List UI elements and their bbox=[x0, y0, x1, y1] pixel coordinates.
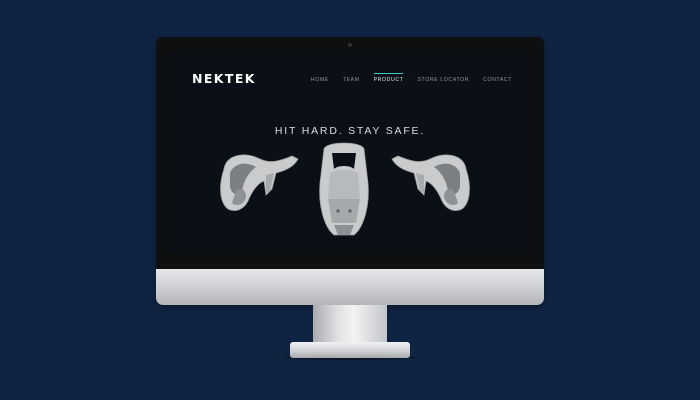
monitor-stand-base bbox=[290, 342, 410, 358]
main-nav: HOME TEAM PRODUCT STORE LOCATOR CONTACT bbox=[311, 73, 512, 83]
nav-item-home[interactable]: HOME bbox=[311, 77, 329, 83]
site-logo[interactable]: NEKTEK bbox=[192, 71, 256, 86]
monitor-stand-neck bbox=[313, 305, 387, 345]
neck-brace-left-view-icon bbox=[220, 154, 299, 211]
page-background: NEKTEK HOME TEAM PRODUCT STORE LOCATOR C… bbox=[0, 0, 700, 400]
monitor-chin bbox=[156, 269, 544, 305]
imac-monitor: NEKTEK HOME TEAM PRODUCT STORE LOCATOR C… bbox=[156, 37, 544, 305]
nav-item-store-locator[interactable]: STORE LOCATOR bbox=[417, 77, 469, 83]
neck-brace-right-view-icon bbox=[391, 154, 470, 211]
website-screen: NEKTEK HOME TEAM PRODUCT STORE LOCATOR C… bbox=[170, 53, 530, 253]
camera-icon bbox=[348, 43, 352, 47]
neck-brace-front-view-icon bbox=[319, 142, 369, 236]
nav-item-team[interactable]: TEAM bbox=[343, 77, 360, 83]
nav-item-contact[interactable]: CONTACT bbox=[483, 77, 512, 83]
nav-item-product[interactable]: PRODUCT bbox=[373, 73, 404, 83]
hero-headline: HIT HARD. STAY SAFE. bbox=[274, 125, 426, 137]
